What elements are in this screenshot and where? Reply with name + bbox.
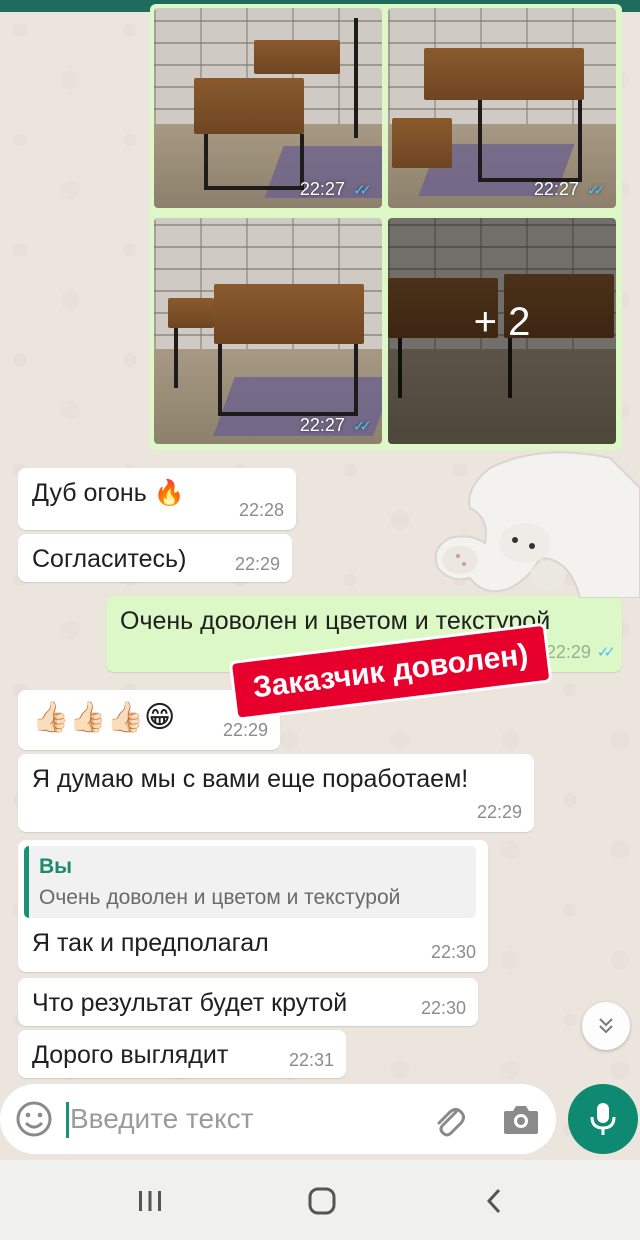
read-ticks-icon: ✓✓ <box>596 644 616 662</box>
desk-leg <box>218 344 222 414</box>
read-ticks-icon: ✓✓ <box>586 181 606 199</box>
bench-leg <box>174 328 178 388</box>
photo-timestamp: 22:27 ✓✓ <box>299 179 372 200</box>
more-photos-count: + 2 <box>473 300 531 344</box>
message-input[interactable] <box>70 1098 410 1140</box>
photo-thumbnail-more[interactable]: + 2 <box>388 218 616 444</box>
message-time: 22:30 <box>420 998 466 1019</box>
message-text: Что результат будет крутой <box>32 989 348 1017</box>
incoming-reply-message[interactable]: Вы Очень доволен и цветом и текстурой Я … <box>18 840 488 972</box>
photo-time: 22:27 <box>533 179 579 199</box>
message-text: Я так и предполагал <box>32 929 269 958</box>
message-time: 22:30 <box>430 942 476 963</box>
quoted-author: Вы <box>39 855 73 878</box>
message-text: Очень доволен и цветом и текстурой <box>120 607 551 635</box>
message-time: 22:31 <box>288 1050 334 1071</box>
voice-record-button[interactable] <box>568 1084 638 1154</box>
incoming-message[interactable]: Дуб огонь 🔥 22:28 <box>18 468 296 530</box>
message-composer[interactable] <box>0 1084 556 1154</box>
message-text: Дорого выглядит <box>32 1041 229 1069</box>
quoted-message[interactable]: Вы Очень доволен и цветом и текстурой <box>24 846 476 919</box>
bench-top <box>392 118 452 168</box>
photo-timestamp: 22:27 ✓✓ <box>533 179 606 200</box>
message-time: 22:28 <box>238 500 284 521</box>
bench-top <box>168 298 214 328</box>
scroll-to-bottom-button[interactable] <box>582 1002 630 1050</box>
desk-leg <box>578 100 582 180</box>
message-time: 22:29 <box>222 720 268 741</box>
message-text: Согласитесь) <box>32 545 187 573</box>
message-meta: 22:29 ✓✓ <box>545 642 616 664</box>
desk-top <box>254 40 340 74</box>
desk-leg <box>354 344 358 414</box>
thumbs-up-emoji: 👍🏻👍🏻👍🏻😁 <box>32 701 176 734</box>
photo-thumbnail[interactable]: 22:27 ✓✓ <box>388 8 616 208</box>
photo-thumbnail[interactable]: 22:27 ✓✓ <box>154 218 382 444</box>
fire-emoji: 🔥 <box>153 479 185 507</box>
read-ticks-icon: ✓✓ <box>352 417 372 435</box>
desk-leg <box>204 134 208 190</box>
photo-thumbnail[interactable]: 22:27 ✓✓ <box>154 8 382 208</box>
text-cursor <box>66 1102 69 1138</box>
chevron-down-double-icon <box>599 1018 613 1034</box>
message-time: 22:29 <box>234 554 280 575</box>
cat-sticker <box>434 451 640 598</box>
home-icon[interactable] <box>305 1184 339 1218</box>
message-time: 22:29 <box>476 802 522 823</box>
camera-icon[interactable] <box>502 1102 540 1136</box>
paperclip-icon[interactable] <box>430 1102 468 1140</box>
desk-top <box>194 78 304 134</box>
back-icon[interactable] <box>478 1184 512 1218</box>
message-text: Я думаю мы с вами еще поработаем! <box>32 765 469 793</box>
desk-top <box>214 284 364 344</box>
mic-icon <box>590 1103 616 1135</box>
image-group-message[interactable]: 22:27 ✓✓ 22:27 ✓✓ 22:27 ✓✓ + 2 <box>150 4 622 450</box>
desk-leg <box>478 100 482 180</box>
photo-time: 22:27 <box>299 179 345 199</box>
read-ticks-icon: ✓✓ <box>352 181 372 199</box>
incoming-message[interactable]: Я думаю мы с вами еще поработаем! 22:29 <box>18 754 534 832</box>
desk-top <box>424 48 584 100</box>
incoming-message[interactable]: Согласитесь) 22:29 <box>18 534 292 582</box>
desk-frame <box>204 186 304 190</box>
photo-timestamp: 22:27 ✓✓ <box>299 415 372 436</box>
message-text: Дуб огонь <box>32 479 147 507</box>
incoming-message[interactable]: Что результат будет крутой 22:30 <box>18 978 478 1026</box>
desk-leg <box>354 18 358 138</box>
recent-apps-icon[interactable] <box>133 1184 167 1218</box>
message-time: 22:29 <box>545 642 591 663</box>
photo-time: 22:27 <box>299 415 345 435</box>
system-navigation-bar <box>0 1160 640 1240</box>
emoji-icon[interactable] <box>14 1099 54 1139</box>
incoming-message[interactable]: Дорого выглядит 22:31 <box>18 1030 346 1078</box>
quoted-text: Очень доволен и цветом и текстурой <box>39 886 401 910</box>
